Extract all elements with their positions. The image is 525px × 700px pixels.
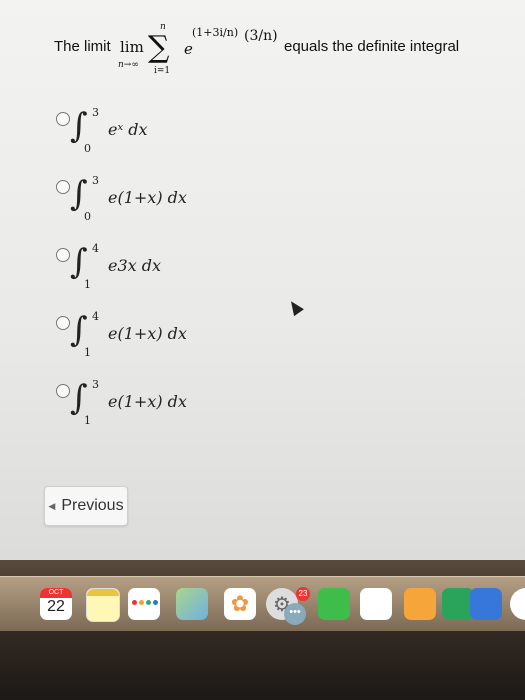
integral-sign: ∫ [70, 106, 88, 146]
facetime-icon[interactable] [318, 588, 350, 620]
photos-icon[interactable]: ✿ [224, 588, 256, 620]
radio-option-b[interactable] [56, 180, 70, 194]
radio-option-a[interactable] [56, 112, 70, 126]
exp-exponent: (1+3i/n) [192, 26, 239, 39]
reminders-icon[interactable] [128, 588, 160, 620]
integrand: e3x dx [108, 256, 162, 275]
calendar-day: 22 [47, 598, 65, 615]
question-text: The limit lim n→∞ ∑ n i=1 e (1+3i/n) (3/… [48, 18, 518, 88]
integrand: e(1+x) dx [108, 188, 187, 207]
integral-sign: ∫ [70, 174, 88, 214]
integrand: e(1+x) dx [108, 324, 187, 343]
option-a[interactable]: ∫ 3 0 eˣ dx [40, 100, 340, 160]
upper-limit: 4 [92, 310, 99, 323]
keynote-icon[interactable] [470, 588, 502, 620]
summation-symbol: ∑ [148, 30, 170, 65]
lower-limit: 1 [84, 414, 91, 427]
limit-symbol: lim [120, 38, 144, 56]
integral-sign: ∫ [70, 378, 88, 418]
integral-sign: ∫ [70, 242, 88, 282]
notification-badge: 23 [296, 587, 310, 601]
summation-upper: n [160, 22, 166, 32]
fraction-term: (3/n) [244, 28, 278, 44]
lower-limit: 1 [84, 346, 91, 359]
previous-button[interactable]: ◀ Previous [44, 486, 128, 526]
upper-limit: 3 [92, 106, 99, 119]
integrand: e(1+x) dx [108, 392, 187, 411]
lower-limit: 1 [84, 278, 91, 291]
pages-icon[interactable] [404, 588, 436, 620]
limit-subscript: n→∞ [118, 60, 139, 70]
option-b[interactable]: ∫ 3 0 e(1+x) dx [40, 168, 340, 228]
upper-limit: 3 [92, 174, 99, 187]
integral-sign: ∫ [70, 310, 88, 350]
calendar-icon[interactable]: OCT 22 [40, 588, 72, 620]
option-c[interactable]: ∫ 4 1 e3x dx [40, 236, 340, 296]
radio-option-d[interactable] [56, 316, 70, 330]
radio-option-e[interactable] [56, 384, 70, 398]
quiz-screen: The limit lim n→∞ ∑ n i=1 e (1+3i/n) (3/… [0, 0, 525, 560]
notes-icon[interactable] [86, 588, 120, 622]
previous-label: Previous [61, 497, 124, 514]
exp-base: e [184, 40, 193, 58]
chevron-left-icon: ◀ [48, 500, 56, 511]
radio-option-c[interactable] [56, 248, 70, 262]
upper-limit: 3 [92, 378, 99, 391]
summation-lower: i=1 [154, 66, 171, 76]
upper-limit: 4 [92, 242, 99, 255]
more-apps-icon[interactable]: ••• [284, 603, 306, 625]
calendar-month: OCT [40, 588, 72, 598]
option-e[interactable]: ∫ 3 1 e(1+x) dx [40, 372, 340, 432]
integrand: eˣ dx [108, 120, 148, 139]
lower-limit: 0 [84, 210, 91, 223]
maps-icon[interactable] [176, 588, 208, 620]
question-prefix: The limit [54, 38, 111, 55]
messages-icon[interactable] [360, 588, 392, 620]
lower-limit: 0 [84, 142, 91, 155]
question-suffix: equals the definite integral [284, 38, 460, 55]
